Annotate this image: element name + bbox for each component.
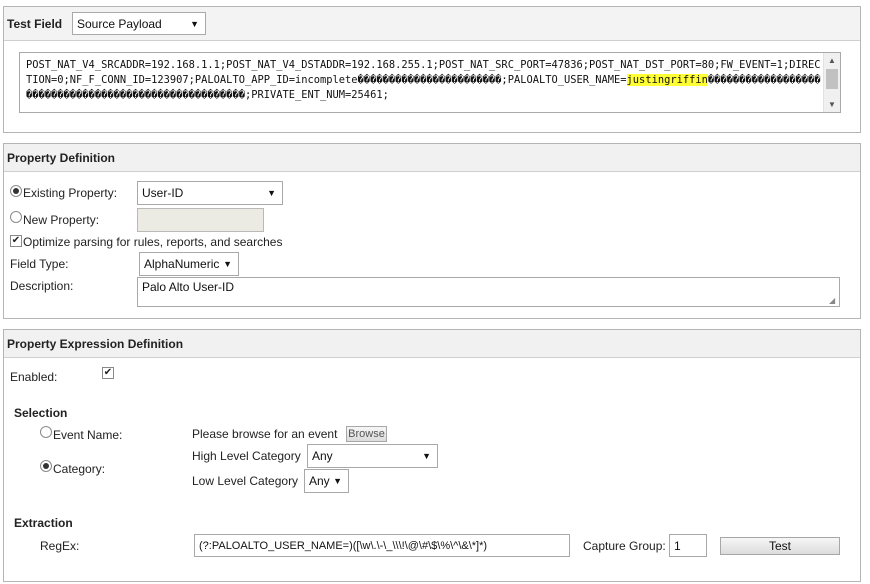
field-type-select[interactable]: AlphaNumeric ▼ — [139, 252, 239, 276]
test-button[interactable]: Test — [720, 537, 840, 555]
high-level-category-value: Any — [312, 449, 333, 463]
scroll-down-icon[interactable]: ▼ — [824, 97, 840, 112]
scroll-thumb[interactable] — [826, 69, 838, 89]
enabled-label: Enabled: — [10, 370, 58, 384]
test-field-title: Test Field — [7, 16, 63, 31]
existing-property-label: Existing Property: — [23, 186, 118, 200]
capture-group-input[interactable]: 1 — [669, 534, 707, 557]
selection-title: Selection — [14, 406, 68, 420]
payload-highlight: justingriffin — [626, 74, 708, 86]
payload-textbox[interactable]: POST_NAT_V4_SRCADDR=192.168.1.1;POST_NAT… — [19, 52, 841, 113]
description-value: Palo Alto User-ID — [142, 280, 235, 294]
enabled-checkbox[interactable]: ✔ — [102, 367, 114, 379]
low-level-category-select[interactable]: Any ▼ — [304, 469, 349, 493]
category-label: Category: — [53, 462, 106, 476]
category-radio[interactable] — [40, 460, 52, 472]
extraction-title: Extraction — [14, 516, 73, 530]
chevron-down-icon: ▼ — [190, 18, 199, 29]
existing-property-select[interactable]: User-ID ▼ — [137, 181, 283, 205]
browse-prompt: Please browse for an event — [192, 427, 338, 441]
description-label: Description: — [10, 279, 74, 293]
property-definition-title: Property Definition — [7, 150, 116, 165]
browse-button[interactable]: Browse — [346, 426, 387, 442]
low-level-category-label: Low Level Category — [192, 474, 299, 488]
resize-handle-icon[interactable]: ◢ — [829, 296, 838, 305]
new-property-radio[interactable] — [10, 211, 22, 223]
new-property-label: New Property: — [23, 213, 100, 227]
test-field-select[interactable]: Source Payload ▼ — [72, 12, 206, 35]
payload-text: POST_NAT_V4_SRCADDR=192.168.1.1;POST_NAT… — [26, 58, 822, 103]
existing-property-radio[interactable] — [10, 185, 22, 197]
optimize-parsing-checkbox[interactable]: ✔ — [10, 235, 22, 247]
expression-definition-panel: Property Expression Definition Enabled: … — [3, 329, 861, 582]
payload-scrollbar[interactable]: ▲ ▼ — [823, 53, 840, 112]
property-definition-header: Property Definition — [4, 144, 860, 172]
event-name-label: Event Name: — [53, 428, 123, 442]
scroll-up-icon[interactable]: ▲ — [824, 53, 840, 68]
event-name-radio[interactable] — [40, 426, 52, 438]
capture-group-value: 1 — [674, 538, 681, 553]
field-type-value: AlphaNumeric — [144, 257, 220, 271]
browse-button-label: Browse — [348, 428, 385, 440]
capture-group-label: Capture Group: — [583, 539, 666, 553]
expression-definition-header: Property Expression Definition — [4, 330, 860, 358]
low-level-category-value: Any — [309, 474, 330, 488]
existing-property-value: User-ID — [142, 186, 184, 200]
regex-input[interactable]: (?:PALOALTO_USER_NAME=)([\w\.\-\_\\\!\@\… — [194, 534, 570, 557]
property-definition-panel: Property Definition Existing Property: U… — [3, 143, 861, 319]
chevron-down-icon: ▼ — [267, 188, 276, 198]
test-button-label: Test — [768, 539, 791, 553]
high-level-category-select[interactable]: Any ▼ — [307, 444, 438, 468]
high-level-category-label: High Level Category — [192, 449, 301, 463]
description-textarea[interactable]: Palo Alto User-ID ◢ — [137, 277, 840, 307]
regex-label: RegEx: — [40, 539, 80, 553]
test-field-select-value: Source Payload — [77, 16, 162, 31]
chevron-down-icon: ▼ — [223, 259, 232, 269]
optimize-parsing-label: Optimize parsing for rules, reports, and… — [23, 235, 283, 249]
expression-definition-title: Property Expression Definition — [7, 336, 184, 351]
chevron-down-icon: ▼ — [333, 476, 342, 486]
test-field-panel: Test Field Source Payload ▼ POST_NAT_V4_… — [3, 6, 861, 133]
chevron-down-icon: ▼ — [422, 451, 431, 461]
regex-value: (?:PALOALTO_USER_NAME=)([\w\.\-\_\\\!\@\… — [199, 539, 488, 552]
new-property-input[interactable] — [137, 208, 264, 232]
field-type-label: Field Type: — [10, 257, 69, 271]
